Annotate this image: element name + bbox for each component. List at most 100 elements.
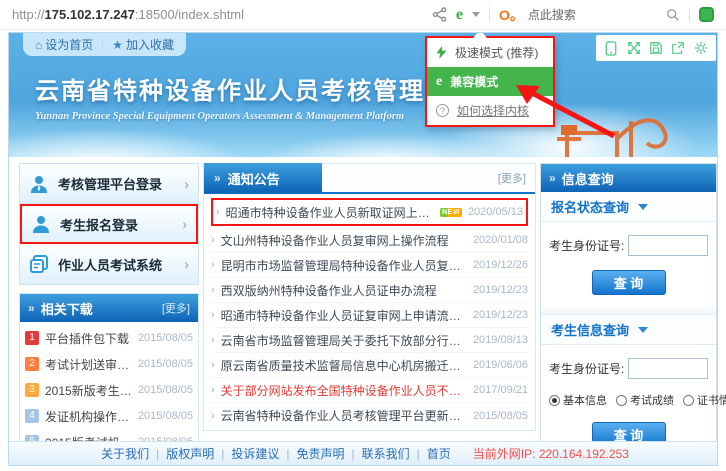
footer-link[interactable]: 关于我们 — [101, 447, 149, 461]
download-item-label[interactable]: 平台插件包下载 — [45, 330, 134, 347]
export-icon[interactable] — [671, 41, 685, 55]
save-icon[interactable] — [649, 41, 663, 55]
notice-item[interactable]: ›关于部分网站发布全国特种设备作业人员不实信息...2017/09/21 — [211, 378, 528, 403]
ip-value: 220.164.192.253 — [539, 447, 629, 461]
bullet-arrow-icon: › — [211, 334, 215, 346]
radio-option[interactable]: 考试成绩 — [616, 392, 674, 408]
menu-item-compat-mode[interactable]: e 兼容模式 — [427, 67, 553, 96]
notice-item[interactable]: ›云南省市场监督管理局关于委托下放部分行政许可...2019/08/13 — [211, 328, 528, 353]
url-scheme: http:// — [12, 7, 45, 22]
notices-more-link[interactable]: [更多] — [498, 170, 535, 186]
footer-separator: | — [352, 447, 355, 461]
section-candidate-info[interactable]: 考生信息查询 — [541, 315, 716, 345]
menu-item-speed-mode[interactable]: 极速模式 (推荐) — [427, 38, 553, 67]
sidebar-item-exam-system[interactable]: 作业人员考试系统 › — [20, 244, 198, 284]
tab-notices[interactable]: » 通知公告 — [204, 163, 322, 193]
notice-item-date: 2020/01/08 — [473, 234, 528, 246]
bullet-arrow-icon: › — [211, 234, 215, 246]
notice-item[interactable]: ›原云南省质量技术监督局信息中心机房搬迁公告2019/06/06 — [211, 353, 528, 378]
notice-item-label[interactable]: 昭通市特种设备作业人员证复审网上申请流程及相... — [221, 307, 467, 324]
download-item[interactable]: 4发证机构操作手册2015/08/05 — [25, 403, 193, 429]
search-input[interactable]: O。 点此搜索 — [499, 5, 657, 25]
radio-icon[interactable] — [683, 395, 694, 406]
chevron-right-icon: › — [184, 176, 198, 192]
footer-links: 关于我们|版权声明|投诉建议|免责声明|联系我们|首页 — [97, 445, 455, 462]
address-bar[interactable]: http://175.102.17.247:18500/index.shtml — [12, 7, 244, 22]
id-number-input[interactable] — [628, 358, 708, 379]
mobile-icon[interactable] — [604, 41, 618, 56]
download-item-label[interactable]: 考试计划送审、审核 ... — [45, 356, 134, 373]
add-favorite-link[interactable]: ★加入收藏 — [112, 36, 174, 53]
download-item[interactable]: 2考试计划送审、审核 ...2015/08/05 — [25, 351, 193, 377]
double-chevron-icon: » — [28, 301, 35, 315]
menu-item-kernel-help[interactable]: ? 如何选择内核 — [427, 96, 553, 125]
bullet-arrow-icon: › — [211, 259, 215, 271]
new-badge: NEW — [440, 208, 462, 217]
fullscreen-icon[interactable] — [627, 41, 641, 55]
download-rank-badge: 1 — [25, 331, 39, 345]
query-button[interactable]: 查 询 — [592, 270, 666, 295]
registration-status-body: 考生身份证号: 查 询 — [541, 222, 716, 309]
set-homepage-label: 设为首页 — [45, 36, 93, 53]
footer-link[interactable]: 免责声明 — [297, 447, 345, 461]
download-item[interactable]: 1平台插件包下载2015/08/05 — [25, 325, 193, 351]
download-item-label[interactable]: 发证机构操作手册 — [45, 408, 134, 425]
divider — [489, 7, 490, 22]
notice-item[interactable]: › 文山州特种设备作业人员复审网上操作流程 2020/01/08 — [211, 228, 528, 253]
chevron-right-icon: › — [182, 216, 196, 232]
id-number-input[interactable] — [628, 235, 708, 256]
downloads-panel: » 相关下载 [更多] 1平台插件包下载2015/08/052考试计划送审、审核… — [19, 293, 199, 458]
page-frame: ⌂设为首页 ★加入收藏 云南省特种设备作业人员考核管理平台 Yunnan Pro… — [8, 32, 718, 466]
radio-icon[interactable] — [616, 395, 627, 406]
notice-item[interactable]: ›云南省特种设备作业人员考核管理平台更新至20...2015/08/05 — [211, 403, 528, 428]
chevron-down-icon — [638, 327, 648, 333]
search-icon[interactable] — [666, 8, 680, 22]
footer-link[interactable]: 投诉建议 — [231, 447, 279, 461]
notice-item-label[interactable]: 文山州特种设备作业人员复审网上操作流程 — [221, 232, 449, 249]
notice-item-label[interactable]: 原云南省质量技术监督局信息中心机房搬迁公告 — [221, 357, 467, 374]
notice-item-label[interactable]: 昆明市市场监督管理局特种设备作业人员复审流程... — [221, 257, 467, 274]
download-item-label[interactable]: 2015新版考生操作... — [45, 382, 134, 399]
sidebar-item-assessment-login[interactable]: 考核管理平台登录 › — [20, 164, 198, 204]
notice-item-date: 2019/12/23 — [473, 309, 528, 321]
browser-logo-icon[interactable] — [699, 7, 714, 22]
notice-item-label[interactable]: 昭通市特种设备作业人员新取证网上报名流程 — [226, 204, 434, 221]
notice-item[interactable]: ›西双版纳州特种设备作业人员证申办流程2019/12/23 — [211, 278, 528, 303]
notice-item-date: 2017/09/21 — [473, 384, 528, 396]
notice-item-label[interactable]: 西双版纳州特种设备作业人员证申办流程 — [221, 282, 437, 299]
gear-icon[interactable] — [694, 41, 708, 55]
share-icon[interactable] — [432, 7, 447, 22]
set-homepage-link[interactable]: ⌂设为首页 — [35, 36, 93, 53]
notice-item-label[interactable]: 关于部分网站发布全国特种设备作业人员不实信息... — [221, 382, 467, 399]
menu-notch — [473, 33, 487, 38]
query-panel-wrap: » 信息查询 报名状态查询 考生身份证号: 查 询 考生信息查询 — [540, 163, 717, 462]
notice-item-label[interactable]: 云南省市场监督管理局关于委托下放部分行政许可... — [221, 332, 467, 349]
ie-mode-icon[interactable]: e — [456, 6, 463, 24]
sidebar-item-candidate-login[interactable]: 考生报名登录 › — [20, 204, 198, 244]
download-item[interactable]: 32015新版考生操作...2015/08/05 — [25, 377, 193, 403]
notice-item[interactable]: ›昭通市特种设备作业人员新取证网上报名流程NEW2020/05/13 — [211, 198, 528, 226]
notice-item[interactable]: ›昆明市市场监督管理局特种设备作业人员复审流程...2019/12/26 — [211, 253, 528, 278]
footer-link[interactable]: 版权声明 — [166, 447, 214, 461]
radio-option[interactable]: 基本信息 — [549, 392, 607, 408]
divider — [689, 7, 690, 22]
ie-icon: e — [436, 74, 442, 90]
section-registration-status[interactable]: 报名状态查询 — [541, 192, 716, 222]
radio-option[interactable]: 证书情况 — [683, 392, 726, 408]
chevron-right-icon: › — [184, 256, 198, 272]
notice-item[interactable]: ›昭通市特种设备作业人员证复审网上申请流程及相...2019/12/23 — [211, 303, 528, 328]
notice-item-label[interactable]: 云南省特种设备作业人员考核管理平台更新至20... — [221, 407, 467, 424]
lightning-icon — [436, 46, 447, 59]
footer-link[interactable]: 联系我们 — [362, 447, 410, 461]
footer-separator: | — [417, 447, 420, 461]
footer-separator: | — [156, 447, 159, 461]
download-item-date: 2015/08/05 — [138, 358, 193, 370]
chevron-down-icon[interactable] — [472, 12, 480, 17]
add-favorite-label: 加入收藏 — [126, 36, 174, 53]
downloads-more-link[interactable]: [更多] — [162, 300, 190, 316]
notice-title: 通知公告 — [228, 169, 280, 188]
footer-link[interactable]: 首页 — [427, 447, 451, 461]
query-title: 信息查询 — [562, 169, 614, 188]
bullet-arrow-icon: › — [216, 206, 220, 218]
radio-icon[interactable] — [549, 395, 560, 406]
